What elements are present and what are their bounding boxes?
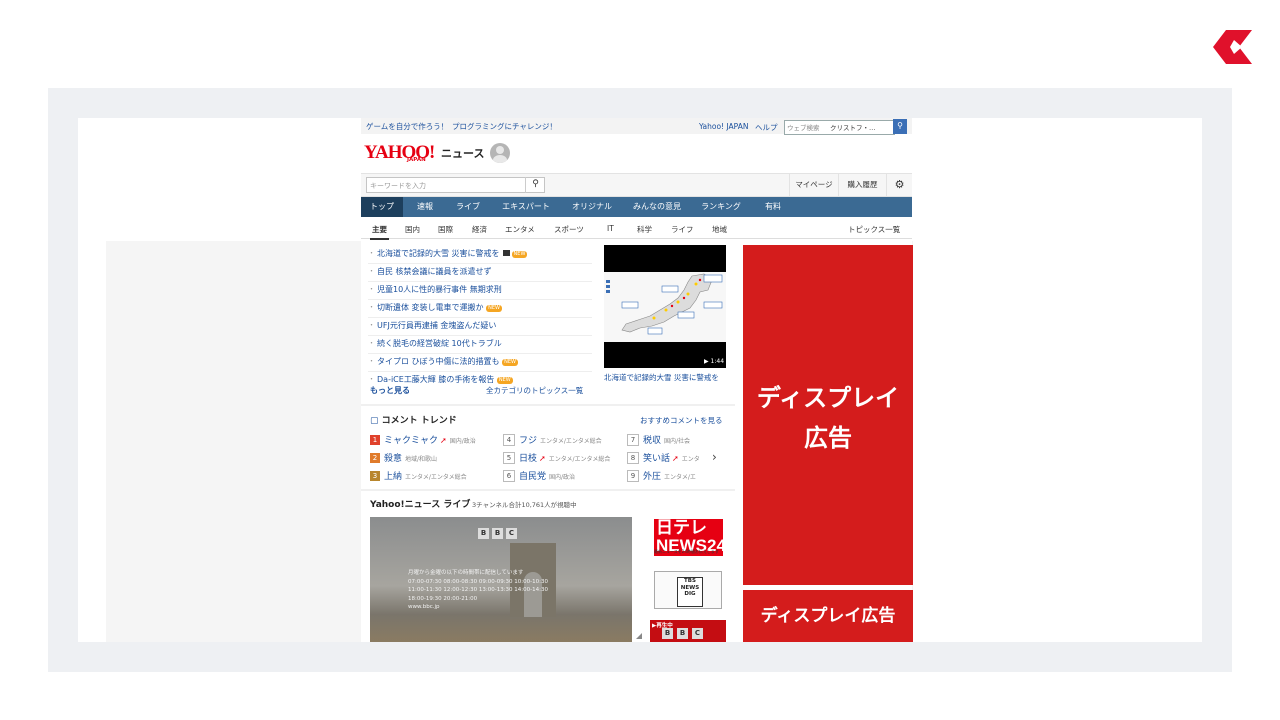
category-tab-economy[interactable]: 経済 — [472, 224, 487, 235]
search-icon: ⚲ — [897, 121, 903, 130]
topic-item[interactable]: 続く脱毛の経営破綻 10代トラブル — [368, 336, 592, 354]
new-badge: NEW — [486, 305, 502, 312]
bbc-logo-letter: B — [492, 528, 503, 539]
trend-item[interactable]: 7 税収 国内/社会 — [627, 433, 690, 446]
new-badge: NEW — [496, 377, 513, 384]
keyword-search-button[interactable]: ⚲ — [525, 177, 545, 193]
topic-title: 北海道で記録的大雪 災害に警戒を — [377, 249, 500, 258]
category-tab-domestic[interactable]: 国内 — [405, 224, 420, 235]
display-ad-small[interactable]: ディスプレイ広告 — [743, 590, 913, 642]
comment-icon: ▢ — [370, 416, 379, 426]
topic-item[interactable]: 切断遺体 変装し電車で運搬か NEW — [368, 300, 592, 318]
category-nav: 主要 国内 国際 経済 エンタメ スポーツ IT 科学 ライフ 地域 トピックス… — [361, 219, 912, 240]
channel-tbs-news-dig[interactable]: TBS NEWS DIG — [654, 571, 722, 609]
search-icon: ⚲ — [532, 179, 539, 189]
category-tab-science[interactable]: 科学 — [637, 224, 652, 235]
bbc-logo-letter: B — [677, 628, 688, 639]
display-ad-large[interactable]: ディスプレイ 広告 — [743, 245, 913, 585]
recommended-comments-link[interactable]: おすすめコメントを見る — [640, 415, 723, 426]
nav-tab-ranking[interactable]: ランキング — [693, 197, 749, 217]
topic-title: 児童10人に性的暴行事件 無期求刑 — [377, 285, 502, 294]
topic-item[interactable]: タイプロ ひぼう中傷に法的措置も NEW — [368, 354, 592, 372]
channel-ntv-subtitle: 最新ニュースを24時間お伝えします — [654, 549, 719, 554]
trend-item[interactable]: 4 フジ エンタメ/エンタメ総合 — [503, 433, 602, 446]
keyword-search-input[interactable]: キーワードを入力 — [366, 177, 545, 193]
bbc-logo-letter: C — [692, 628, 703, 639]
video-duration: ▶ 1:44 — [704, 358, 725, 365]
gear-icon[interactable]: ⚙ — [886, 173, 912, 197]
yahoo-logo-sub: JAPAN — [407, 157, 426, 163]
help-link[interactable]: ヘルプ — [755, 122, 778, 133]
category-tab-entertainment[interactable]: エンタメ — [505, 224, 535, 235]
divider — [361, 404, 735, 406]
category-tab-local[interactable]: 地域 — [712, 224, 727, 235]
web-search-button[interactable]: ⚲ — [893, 119, 907, 134]
purchase-history-link[interactable]: 購入履歴 — [838, 173, 886, 197]
resize-handle-icon — [636, 633, 642, 639]
live-viewer-count: 3チャンネル合計10,761人が視聴中 — [472, 501, 577, 509]
topic-title: タイプロ ひぼう中傷に法的措置も — [377, 357, 500, 366]
topic-title: Da-iCE工藤大輝 膝の手術を報告 — [377, 375, 495, 384]
category-tab-main[interactable]: 主要 — [370, 224, 389, 240]
utility-bar: ゲームを自分で作ろう！ プログラミングにチャレンジ！ Yahoo! JAPAN … — [361, 118, 912, 135]
topic-title: 切断遺体 変装し電車で運搬か — [377, 303, 484, 312]
comment-trend-title: ▢ コメント トレンド — [370, 416, 457, 426]
more-link[interactable]: もっと見る — [370, 385, 410, 396]
category-tab-it[interactable]: IT — [607, 224, 614, 233]
trend-up-icon: ➚ — [440, 436, 447, 445]
topics-list-link[interactable]: トピックス一覧 — [848, 224, 900, 235]
bbc-logo-letter: B — [662, 628, 673, 639]
weather-map-image — [604, 272, 726, 342]
nav-tab-opinions[interactable]: みんなの意見 — [621, 197, 693, 217]
live-section-title[interactable]: Yahoo!ニュース ライブ — [370, 497, 470, 510]
bbc-logo-letter: B — [478, 528, 489, 539]
trend-item[interactable]: 9 外圧 エンタメ/エ — [627, 469, 696, 482]
live-schedule: 月曜から金曜の以下の時間帯に配信しています 07:00-07:30 08:00-… — [408, 570, 548, 610]
divider — [361, 489, 735, 491]
topic-title: 自民 核禁会議に議員を派遣せず — [377, 267, 492, 276]
web-search-placeholder: ウェブ検索 — [787, 124, 820, 132]
topic-item[interactable]: 自民 核禁会議に議員を派遣せず — [368, 264, 592, 282]
bbc-logo-letter: C — [506, 528, 517, 539]
brand-logo-mark — [1212, 30, 1252, 64]
trend-item[interactable]: 2 殺意 地域/和歌山 — [370, 451, 437, 464]
nav-tab-expert[interactable]: エキスパート — [489, 197, 563, 217]
new-badge: NEW — [502, 359, 518, 366]
all-categories-link[interactable]: 全カテゴリのトピックス一覧 — [486, 385, 583, 396]
topic-item[interactable]: 北海道で記録的大雪 災害に警戒を NEW — [368, 246, 592, 264]
web-search-input[interactable]: ウェブ検索 クリストフ・… — [784, 120, 895, 135]
nav-tab-top[interactable]: トップ — [361, 197, 403, 217]
main-nav: トップ 速報 ライブ エキスパート オリジナル みんなの意見 ランキング 有料 — [361, 197, 912, 217]
category-tab-sports[interactable]: スポーツ — [554, 224, 584, 235]
trend-up-icon: ➚ — [672, 454, 679, 463]
trend-item[interactable]: 6 自民党 国内/政治 — [503, 469, 575, 482]
site-name[interactable]: ニュース — [441, 145, 484, 161]
topic-title: 続く脱毛の経営破綻 10代トラブル — [377, 339, 502, 348]
nav-tab-live[interactable]: ライブ — [447, 197, 489, 217]
trend-item[interactable]: 5 日枝 ➚ エンタメ/エンタメ総合 — [503, 451, 610, 464]
trend-up-icon: ➚ — [539, 454, 546, 463]
topic-item[interactable]: UFJ元行員再逮捕 金塊盗んだ疑い — [368, 318, 592, 336]
avatar[interactable] — [490, 143, 510, 163]
video-caption[interactable]: 北海道で記録的大雪 災害に警戒を — [604, 372, 719, 383]
promo-link-game[interactable]: ゲームを自分で作ろう！ — [366, 121, 448, 132]
nav-tab-flash[interactable]: 速報 — [403, 197, 447, 217]
trend-item[interactable]: 1 ミャクミャク ➚ 国内/政治 — [370, 433, 476, 446]
trend-item[interactable]: 8 笑い話 ➚ エンタ — [627, 451, 700, 464]
mypage-link[interactable]: マイページ — [789, 173, 838, 197]
topic-item[interactable]: 児童10人に性的暴行事件 無期求刑 — [368, 282, 592, 300]
topics-list: 北海道で記録的大雪 災害に警戒を NEW 自民 核禁会議に議員を派遣せず 児童10… — [368, 246, 592, 389]
new-badge: NEW — [511, 251, 528, 258]
category-tab-world[interactable]: 国際 — [438, 224, 453, 235]
web-search-value: クリストフ・… — [830, 124, 876, 132]
nav-tab-original[interactable]: オリジナル — [563, 197, 621, 217]
nav-tab-paid[interactable]: 有料 — [749, 197, 797, 217]
topic-title: UFJ元行員再逮捕 金塊盗んだ疑い — [377, 321, 497, 330]
trend-item[interactable]: 3 上納 エンタメ/エンタメ総合 — [370, 469, 467, 482]
promo-link-programming[interactable]: プログラミングにチャレンジ！ — [452, 121, 557, 132]
category-tab-life[interactable]: ライフ — [671, 224, 694, 235]
yahoo-japan-link[interactable]: Yahoo! JAPAN — [699, 122, 748, 131]
video-icon — [502, 250, 510, 256]
chevron-right-icon[interactable]: › — [712, 450, 717, 464]
